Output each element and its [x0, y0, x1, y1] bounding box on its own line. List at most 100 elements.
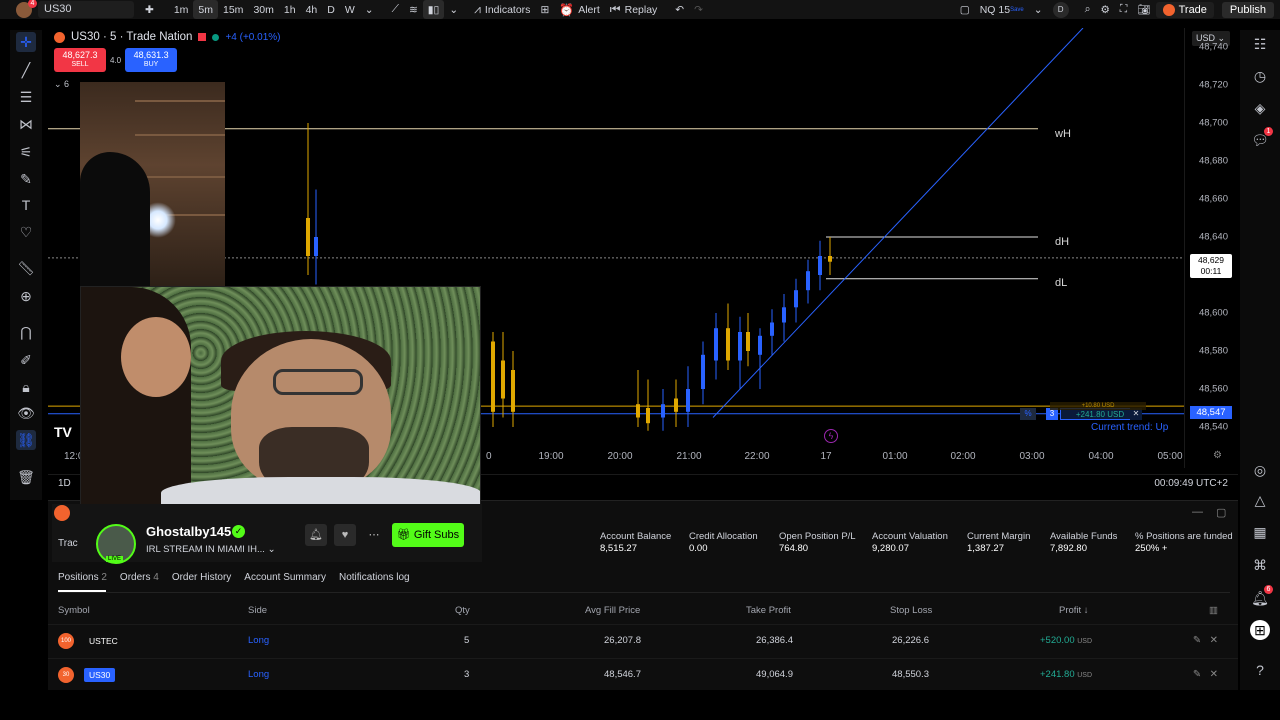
position-percent-tag[interactable]: %	[1020, 408, 1036, 420]
sell-button[interactable]: 48,627.3 SELL	[54, 48, 106, 72]
text-icon[interactable]: T	[16, 195, 36, 215]
tab-account-summary[interactable]: Account Summary	[244, 572, 326, 583]
settings-icon[interactable]: ⚙	[1095, 0, 1114, 19]
symbol-tag[interactable]: US30	[84, 668, 116, 682]
area-chart-icon[interactable]: ≋	[404, 0, 423, 19]
tab-positions[interactable]: Positions 2	[58, 572, 107, 583]
stop-loss-cell[interactable]: 48,550.3	[892, 669, 929, 680]
replay-button[interactable]: ⏮ Replay	[605, 0, 663, 19]
undo-icon[interactable]: ↶	[670, 0, 689, 19]
calendar-icon[interactable]: ▦	[1250, 522, 1270, 542]
stop-loss-cell[interactable]: 26,226.6	[892, 635, 929, 646]
stay-drawing-icon[interactable]: ✐	[16, 350, 36, 370]
line-chart-icon[interactable]: ⟋	[387, 0, 404, 19]
lock-icon[interactable]: 🔒︎	[16, 377, 36, 397]
column-header-symbol[interactable]: Symbol	[58, 605, 90, 616]
add-symbol-icon[interactable]: ✚	[140, 0, 159, 19]
follow-heart-icon[interactable]: ♥	[334, 524, 356, 546]
maximize-panel-icon[interactable]: ▢	[1216, 506, 1226, 519]
table-row[interactable]: 30 US30 Long 3 48,546.7 49,064.9 48,550.…	[48, 658, 1238, 692]
trend-line-icon[interactable]: ╱	[16, 60, 36, 80]
layout-square-icon[interactable]: ▢	[955, 0, 975, 19]
brush-icon[interactable]: ✎	[16, 169, 36, 189]
fullscreen-icon[interactable]: ⛶	[1115, 0, 1132, 19]
candle-chart-icon[interactable]: ▮▯	[422, 0, 445, 19]
column-header-stop-loss[interactable]: Stop Loss	[890, 605, 932, 616]
close-position-icon[interactable]: ✕	[1210, 635, 1218, 646]
magnet-icon[interactable]: ⋂	[16, 322, 36, 342]
alert-button[interactable]: ⏰ Alert	[554, 0, 605, 19]
layout-name-button[interactable]: NQ 15 Save	[975, 0, 1029, 19]
take-profit-cell[interactable]: 26,386.4	[756, 635, 793, 646]
bell-icon[interactable]: 🔔︎ 6	[1250, 585, 1273, 608]
quick-search-icon[interactable]: ⌕	[1080, 0, 1096, 19]
edit-icon[interactable]: ✎	[1193, 669, 1201, 680]
interval-1m[interactable]: 1m	[169, 0, 194, 19]
crosshair-icon[interactable]: ✛	[16, 32, 36, 52]
notify-bell-icon[interactable]: 🔔︎	[305, 524, 327, 546]
streamer-name[interactable]: Ghostalby145	[146, 524, 231, 539]
chart-settings-icon[interactable]: ⚙	[1213, 450, 1222, 461]
visibility-icon[interactable]: 👁︎	[16, 403, 36, 423]
tab-orders[interactable]: Orders 4	[120, 572, 159, 583]
legend-collapse[interactable]: ⌄ 6	[54, 79, 69, 90]
table-row[interactable]: 100 USTEC Long 5 26,207.8 26,386.4 26,22…	[48, 624, 1238, 658]
interval-d[interactable]: D	[322, 0, 340, 19]
link-icon[interactable]: ⛓	[16, 430, 36, 450]
interval-w[interactable]: W	[340, 0, 360, 19]
column-header-qty[interactable]: Qty	[455, 605, 470, 616]
date-range-button[interactable]: 1D	[58, 478, 71, 489]
publish-button[interactable]: Publish	[1221, 1, 1274, 18]
zoom-icon[interactable]: ⊕	[16, 286, 36, 306]
indicators-button[interactable]: ⩘ Indicators	[469, 0, 535, 19]
interval-5m[interactable]: 5m	[193, 0, 218, 19]
column-header-side[interactable]: Side	[248, 605, 267, 616]
column-header-avg-fill[interactable]: Avg Fill Price	[585, 605, 640, 616]
interval-dropdown-icon[interactable]: ⌄	[360, 0, 379, 19]
interval-4h[interactable]: 4h	[301, 0, 323, 19]
redo-icon[interactable]: ↷	[689, 0, 708, 19]
edit-icon[interactable]: ✎	[1193, 635, 1201, 646]
camera-icon[interactable]: 📷︎	[1132, 0, 1155, 19]
alerts-clock-icon[interactable]: ◷	[1250, 66, 1270, 86]
chat-icon[interactable]: 💬︎ 1	[1250, 127, 1273, 150]
triangle-icon[interactable]: △	[1250, 490, 1270, 510]
order-pl-tag[interactable]: +10.80 USD	[1050, 402, 1146, 410]
chart-type-dropdown-icon[interactable]: ⌄	[444, 0, 463, 19]
take-profit-cell[interactable]: 49,064.9	[756, 669, 793, 680]
interval-30m[interactable]: 30m	[248, 0, 278, 19]
trade-button[interactable]: Trade	[1155, 1, 1214, 18]
layout-dropdown-icon[interactable]: ⌄	[1029, 0, 1048, 19]
layouts-icon[interactable]: ⊞	[535, 0, 554, 19]
watchlist-icon[interactable]: ☷	[1250, 34, 1270, 54]
trash-icon[interactable]: 🗑︎	[16, 467, 36, 487]
more-options-icon[interactable]: ⋯	[363, 524, 385, 546]
symbol-tag[interactable]: USTEC	[84, 634, 123, 648]
help-icon[interactable]: ?	[1250, 660, 1270, 680]
column-header-profit[interactable]: Profit ↓	[1059, 605, 1089, 616]
target-icon[interactable]: ◎	[1250, 460, 1270, 480]
buy-button[interactable]: 48,631.3 BUY	[125, 48, 178, 72]
projection-icon[interactable]: ⚟	[16, 142, 36, 162]
tab-notifications-log[interactable]: Notifications log	[339, 572, 410, 583]
lightning-event-icon[interactable]: ϟ	[824, 429, 838, 443]
rss-icon[interactable]: ⌘	[1250, 555, 1270, 575]
price-scale[interactable]: 48,740 48,720 48,700 48,680 48,660 48,640 48,6…	[1184, 28, 1238, 468]
ruler-icon[interactable]: 📏︎	[16, 258, 36, 278]
interval-15m[interactable]: 15m	[218, 0, 248, 19]
layers-icon[interactable]: ◈	[1250, 98, 1270, 118]
columns-settings-icon[interactable]: ▥	[1209, 605, 1218, 616]
favorites-icon[interactable]: ♡	[16, 222, 36, 242]
tab-order-history[interactable]: Order History	[172, 572, 231, 583]
gift-subs-button[interactable]: 🎁︎ Gift Subs	[392, 523, 464, 547]
user-avatar[interactable]: 4	[16, 0, 37, 18]
symbol-search[interactable]: US30	[38, 1, 134, 18]
grid-apps-icon[interactable]: ⊞	[1250, 620, 1270, 640]
minimize-panel-icon[interactable]: —	[1192, 506, 1203, 518]
column-header-take-profit[interactable]: Take Profit	[746, 605, 791, 616]
interval-1h[interactable]: 1h	[279, 0, 301, 19]
close-position-icon[interactable]: ✕	[1210, 669, 1218, 680]
d-badge-button[interactable]: D	[1048, 0, 1074, 19]
fib-icon[interactable]: ☰	[16, 87, 36, 107]
pattern-icon[interactable]: ⋈	[16, 114, 36, 134]
